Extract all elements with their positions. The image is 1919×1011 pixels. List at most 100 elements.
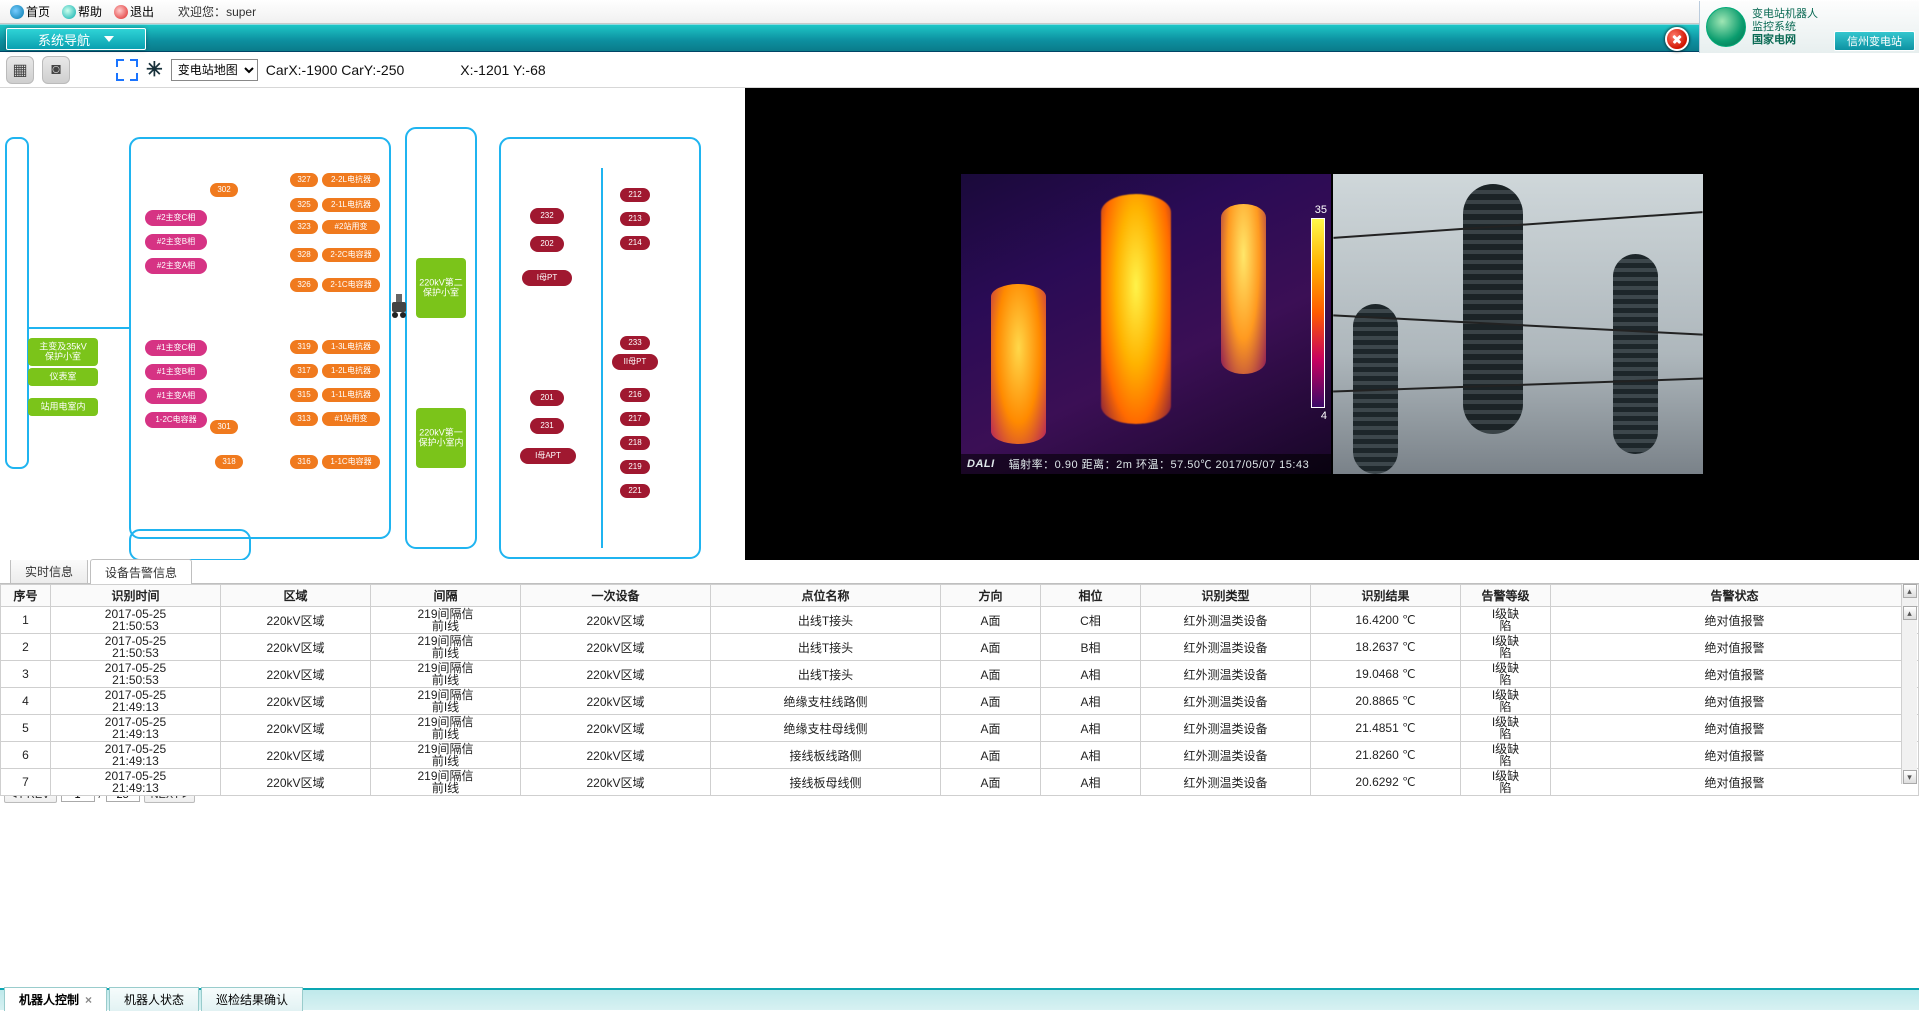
system-nav-button[interactable]: 系统导航 — [6, 28, 146, 50]
map-node[interactable]: 221 — [620, 484, 650, 498]
map-node[interactable]: 仪表室 — [28, 368, 98, 386]
close-button[interactable] — [1665, 27, 1689, 51]
map-node[interactable]: 302 — [210, 183, 238, 197]
svg-text:315: 315 — [297, 390, 311, 399]
map-node[interactable]: 2-1C电容器 — [322, 278, 380, 292]
fit-view-button[interactable] — [116, 59, 138, 81]
map-select[interactable]: 变电站地图 — [171, 59, 258, 81]
menu-home[interactable]: 首页 — [6, 3, 54, 20]
map-node[interactable]: 318 — [215, 455, 243, 469]
map-node[interactable]: #2主变B相 — [145, 234, 207, 250]
map-node[interactable]: 213 — [620, 212, 650, 226]
svg-text:#2主变A相: #2主变A相 — [157, 260, 195, 270]
center-view-button[interactable]: ✳ — [146, 57, 163, 82]
map-node[interactable]: 231 — [530, 418, 564, 434]
map-node[interactable]: 主变及35kV保护小室 — [28, 338, 98, 366]
map-node[interactable]: 218 — [620, 436, 650, 450]
map-node[interactable]: 2-2C电容器 — [322, 248, 380, 262]
table-row[interactable]: 32017-05-2521:50:53220kV区域219间隔信前I线220kV… — [1, 661, 1919, 688]
map-node[interactable]: #2站用变 — [322, 220, 380, 234]
map-node[interactable]: 202 — [530, 236, 564, 252]
col-1[interactable]: 识别时间 — [51, 585, 221, 607]
col-4[interactable]: 一次设备 — [521, 585, 711, 607]
thermal-scale-icon — [1311, 218, 1325, 408]
map-node[interactable]: 313 — [290, 412, 318, 426]
map-node[interactable]: 301 — [210, 420, 238, 434]
map-node[interactable]: 319 — [290, 340, 318, 354]
alarm-grid[interactable]: 序号识别时间区域间隔一次设备点位名称方向相位识别类型识别结果告警等级告警状态 1… — [0, 584, 1919, 796]
table-row[interactable]: 52017-05-2521:49:13220kV区域219间隔信前I线220kV… — [1, 715, 1919, 742]
map-node[interactable]: 317 — [290, 364, 318, 378]
map-node[interactable]: 212 — [620, 188, 650, 202]
map-node[interactable]: I母APT — [520, 448, 576, 464]
map-node[interactable]: 217 — [620, 412, 650, 426]
col-0[interactable]: 序号 — [1, 585, 51, 607]
col-6[interactable]: 方向 — [941, 585, 1041, 607]
col-2[interactable]: 区域 — [221, 585, 371, 607]
map-node[interactable]: 323 — [290, 220, 318, 234]
table-row[interactable]: 42017-05-2521:49:13220kV区域219间隔信前I线220kV… — [1, 688, 1919, 715]
scroll-down-icon[interactable]: ▾ — [1903, 770, 1917, 784]
map-node[interactable]: 315 — [290, 388, 318, 402]
dock-inspect-confirm[interactable]: 巡检结果确认 — [201, 987, 303, 1011]
map-node[interactable]: 2-2L电抗器 — [322, 173, 380, 187]
dock-robot-control[interactable]: 机器人控制× — [4, 987, 107, 1011]
map-node[interactable]: 233 — [620, 336, 650, 350]
map-node[interactable]: 1-1C电容器 — [322, 455, 380, 469]
map-node[interactable]: II母PT — [612, 354, 658, 370]
map-node[interactable]: 220kV第二保护小室 — [416, 258, 466, 318]
col-10[interactable]: 告警等级 — [1461, 585, 1551, 607]
table-row[interactable]: 62017-05-2521:49:13220kV区域219间隔信前I线220kV… — [1, 742, 1919, 769]
header-scroll[interactable]: ▴ — [1901, 584, 1917, 606]
scroll-up-icon[interactable]: ▴ — [1903, 584, 1917, 598]
map-node[interactable]: 站用电室内 — [28, 398, 98, 416]
map-node[interactable]: 1-2L电抗器 — [322, 364, 380, 378]
col-8[interactable]: 识别类型 — [1141, 585, 1311, 607]
map-node[interactable]: 326 — [290, 278, 318, 292]
tab-realtime[interactable]: 实时信息 — [10, 558, 88, 583]
map-node[interactable]: 216 — [620, 388, 650, 402]
map-node[interactable]: 1-3L电抗器 — [322, 340, 380, 354]
map-node[interactable]: 232 — [530, 208, 564, 224]
col-3[interactable]: 间隔 — [371, 585, 521, 607]
table-row[interactable]: 72017-05-2521:49:13220kV区域219间隔信前I线220kV… — [1, 769, 1919, 796]
map-node[interactable]: 1-2C电容器 — [145, 412, 207, 428]
menu-help[interactable]: 帮助 — [58, 3, 106, 20]
table-row[interactable]: 12017-05-2521:50:53220kV区域219间隔信前I线220kV… — [1, 607, 1919, 634]
map-node[interactable]: #2主变C相 — [145, 210, 207, 226]
map-node[interactable]: 201 — [530, 390, 564, 406]
map-node[interactable]: #2主变A相 — [145, 258, 207, 274]
brand-box: 变电站机器人 监控系统 国家电网 信州变电站 — [1699, 1, 1919, 53]
map-node[interactable]: #1主变B相 — [145, 364, 207, 380]
map-node[interactable]: #1主变A相 — [145, 388, 207, 404]
map-node[interactable]: 219 — [620, 460, 650, 474]
thermal-view[interactable]: 35 4 DALI 辐射率：0.90 距离：2m 环温：57.50℃ 2017/… — [961, 174, 1331, 474]
station-tag[interactable]: 信州变电站 — [1834, 31, 1915, 51]
map-node[interactable]: 220kV第一保护小室内 — [416, 408, 466, 468]
col-9[interactable]: 识别结果 — [1311, 585, 1461, 607]
tab-alarm[interactable]: 设备告警信息 — [90, 559, 192, 584]
map-node[interactable]: I母PT — [522, 270, 572, 286]
col-11[interactable]: 告警状态 — [1551, 585, 1919, 607]
map-node[interactable]: #1主变C相 — [145, 340, 207, 356]
map-node[interactable]: 1-1L电抗器 — [322, 388, 380, 402]
close-icon[interactable]: × — [85, 993, 92, 1007]
map-node[interactable]: 327 — [290, 173, 318, 187]
visible-view[interactable] — [1333, 174, 1703, 474]
map-node[interactable]: 325 — [290, 198, 318, 212]
col-5[interactable]: 点位名称 — [711, 585, 941, 607]
menu-exit[interactable]: 退出 — [110, 3, 158, 20]
map-node[interactable]: 214 — [620, 236, 650, 250]
substation-map[interactable]: 主变及35kV保护小室仪表室站用电室内 220kV第二保护小室 220kV第一保护… — [0, 88, 745, 560]
table-row[interactable]: 22017-05-2521:50:53220kV区域219间隔信前I线220kV… — [1, 634, 1919, 661]
map-node[interactable]: #1站用变 — [322, 412, 380, 426]
col-7[interactable]: 相位 — [1041, 585, 1141, 607]
body-scroll[interactable]: ▴ ▾ — [1901, 606, 1917, 784]
map-node[interactable]: 316 — [290, 455, 318, 469]
tool-2-button[interactable]: ◙ — [42, 56, 70, 84]
map-node[interactable]: 2-1L电抗器 — [322, 198, 380, 212]
dock-robot-status[interactable]: 机器人状态 — [109, 987, 199, 1011]
map-node[interactable]: 328 — [290, 248, 318, 262]
scroll-up-icon[interactable]: ▴ — [1903, 606, 1917, 620]
tool-1-button[interactable]: ▦ — [6, 56, 34, 84]
